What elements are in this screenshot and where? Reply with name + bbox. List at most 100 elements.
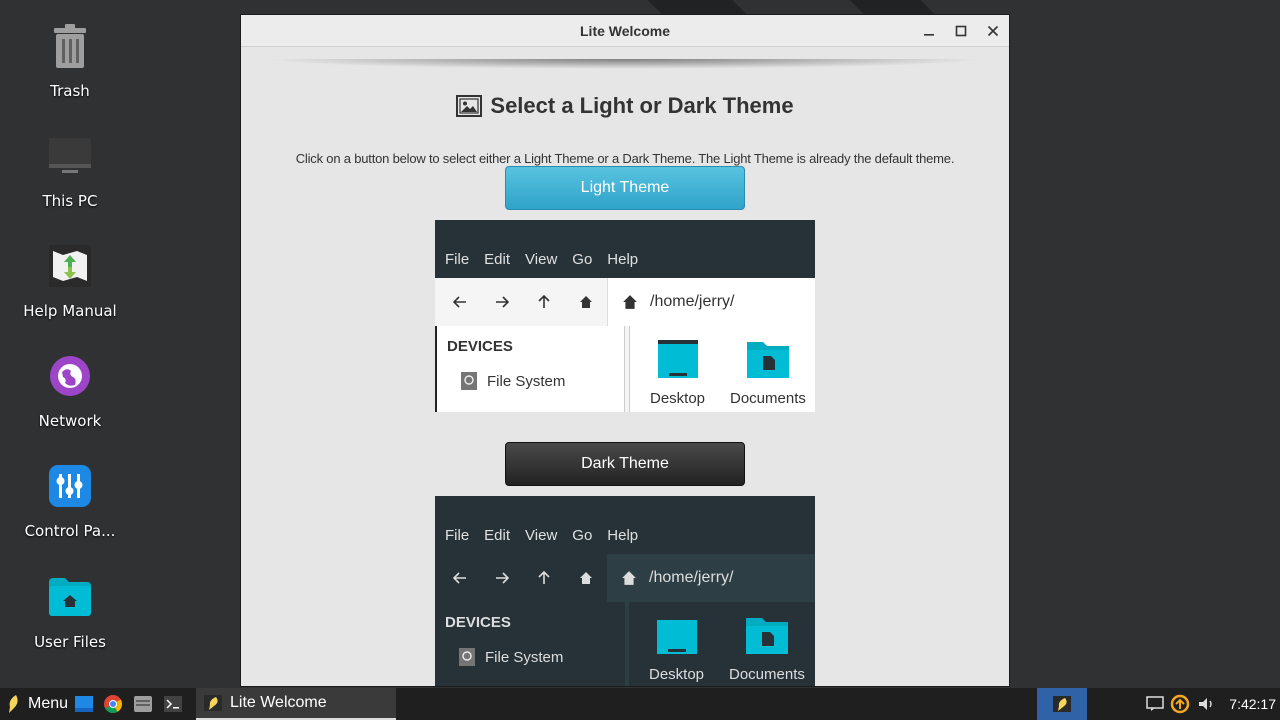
help-manual-icon [48, 244, 92, 288]
window-title: Lite Welcome [580, 22, 670, 39]
start-menu-button[interactable]: Menu [6, 688, 68, 720]
preview-menu-help: Help [607, 527, 639, 544]
welcome-content: Select a Light or Dark Theme Click on a … [241, 47, 1009, 686]
desktop-icon-label: Network [38, 412, 102, 430]
up-arrow-icon [534, 292, 554, 312]
preview-file-desktop: Desktop [649, 616, 704, 683]
devices-label: DEVICES [445, 614, 511, 631]
preview-file-area: Desktop Documents [629, 326, 815, 412]
workspace-indicator[interactable] [1037, 688, 1087, 720]
computer-icon [48, 134, 92, 178]
desktop-icon-label: User Files [34, 633, 106, 651]
documents-folder-icon [746, 342, 789, 378]
tray-volume[interactable] [1198, 688, 1216, 720]
tray-notification[interactable] [1146, 688, 1164, 720]
window-titlebar[interactable]: Lite Welcome [241, 15, 1009, 47]
message-icon [1146, 696, 1164, 711]
preview-menu-go: Go [572, 527, 593, 544]
desktop-folder-icon [656, 616, 697, 654]
preview-menu-help: Help [607, 251, 639, 268]
file-label: Documents [729, 666, 805, 683]
preview-path-text: /home/jerry/ [649, 569, 734, 586]
light-theme-preview: File Edit View Go Help /home/jerry/ DEVI… [435, 220, 815, 412]
preview-file-documents: Documents [729, 616, 805, 683]
back-arrow-icon [450, 568, 470, 588]
home-icon [576, 292, 596, 312]
desktop-icon-label: This PC [42, 192, 98, 210]
tray-update[interactable] [1170, 688, 1190, 720]
preview-toolbar: /home/jerry/ [435, 554, 815, 602]
launcher-terminal[interactable] [164, 688, 182, 720]
desktop-icon-trash[interactable]: Trash [0, 20, 140, 120]
preview-menu-go: Go [572, 251, 593, 268]
section-divider [263, 59, 987, 69]
desktop-icon-user-files[interactable]: User Files [0, 571, 140, 671]
volume-icon [1199, 698, 1212, 710]
file-system-item: File System [461, 372, 565, 390]
trash-icon [48, 24, 92, 68]
taskbar-task-lite-welcome[interactable]: Lite Welcome [196, 688, 396, 720]
preview-path-bar: /home/jerry/ [607, 554, 815, 602]
taskbar: Menu Lite Welcome 7:42:17 [0, 688, 1280, 720]
description-text: Click on a button below to select either… [295, 151, 955, 166]
desktop-icon-label: Control Pa... [24, 522, 116, 540]
preview-sidebar: DEVICES File System [435, 602, 625, 686]
preview-menu-edit: Edit [484, 527, 511, 544]
lite-welcome-icon [204, 695, 222, 711]
chrome-icon [104, 695, 122, 713]
back-arrow-icon [450, 292, 470, 312]
preview-sidebar: DEVICES File System [435, 326, 625, 412]
feather-icon [9, 695, 18, 713]
maximize-button[interactable] [951, 21, 971, 41]
preview-menu-edit: Edit [484, 251, 511, 268]
menu-label: Menu [28, 695, 69, 712]
file-system-label: File System [487, 372, 566, 390]
preview-menu-view: View [525, 527, 558, 544]
close-icon [987, 25, 999, 37]
launcher-files[interactable] [134, 688, 152, 720]
dark-theme-button[interactable]: Dark Theme [505, 442, 745, 486]
preview-menubar: File Edit View Go Help [435, 496, 815, 554]
close-button[interactable] [983, 21, 1003, 41]
preview-menu-file: File [445, 251, 470, 268]
clock[interactable]: 7:42:17 [1229, 688, 1276, 720]
file-manager-icon [134, 696, 152, 712]
file-label: Desktop [649, 666, 705, 683]
active-task-label: Lite Welcome [230, 694, 327, 711]
dark-theme-preview: File Edit View Go Help /home/jerry/ DEVI… [435, 496, 815, 686]
preview-file-area: Desktop Documents [629, 602, 815, 686]
update-icon [1170, 694, 1190, 714]
lite-welcome-icon [1053, 696, 1071, 712]
launcher-show-desktop[interactable] [75, 688, 93, 720]
desktop-icon-this-pc[interactable]: This PC [0, 130, 140, 230]
preview-menu-view: View [525, 251, 558, 268]
desktop-icon-network[interactable]: Network [0, 350, 140, 450]
desktop-icon-help-manual[interactable]: Help Manual [0, 240, 140, 340]
launcher-chrome[interactable] [104, 688, 122, 720]
up-arrow-icon [534, 568, 554, 588]
drive-icon [461, 372, 477, 390]
control-panel-icon [48, 464, 92, 508]
minimize-button[interactable] [919, 21, 939, 41]
file-system-item: File System [459, 648, 563, 666]
preview-menu: File Edit View Go Help [445, 527, 653, 544]
page-heading: Select a Light or Dark Theme [241, 93, 1009, 119]
desktop-icon-control-panel[interactable]: Control Pa... [0, 460, 140, 560]
light-theme-button[interactable]: Light Theme [505, 166, 745, 210]
preview-path-text: /home/jerry/ [650, 293, 735, 310]
drive-icon [459, 648, 475, 666]
desktop-icon-label: Help Manual [23, 302, 117, 320]
preview-menubar: File Edit View Go Help [435, 220, 815, 278]
maximize-icon [955, 25, 967, 37]
file-label: Documents [730, 390, 806, 407]
preview-menu: File Edit View Go Help [445, 251, 653, 268]
home-icon [576, 568, 596, 588]
home-folder-icon [48, 575, 92, 619]
preview-file-documents: Documents [730, 340, 806, 407]
forward-arrow-icon [492, 292, 512, 312]
devices-label: DEVICES [447, 338, 513, 355]
preview-menu-file: File [445, 527, 470, 544]
heading-text: Select a Light or Dark Theme [490, 93, 794, 118]
preview-path-bar: /home/jerry/ [607, 278, 815, 326]
lite-welcome-window: Lite Welcome Select a Light or Dark Them… [240, 14, 1010, 687]
